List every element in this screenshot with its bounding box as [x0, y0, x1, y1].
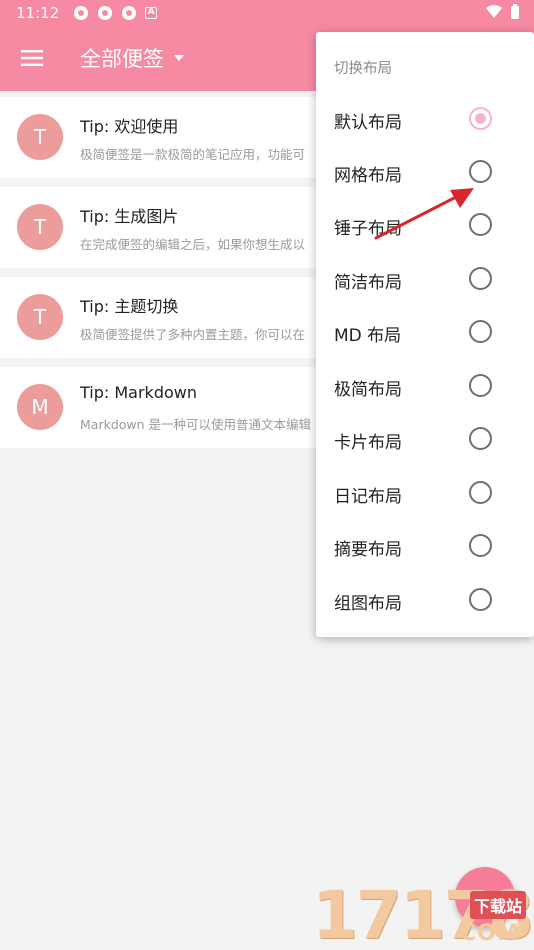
layout-option-label: 卡片布局 — [334, 433, 402, 453]
annotation-arrow-icon — [374, 188, 474, 240]
layout-option-card[interactable]: 卡片布局 — [316, 415, 534, 468]
status-bar: 11:12 A — [0, 0, 534, 26]
watermark-domain: COM — [460, 921, 520, 946]
avatar: T — [17, 114, 63, 160]
note-title: Tip: 主题切换 — [80, 297, 179, 316]
layout-option-gallery[interactable]: 组图布局 — [316, 576, 534, 629]
a-icon: A — [145, 7, 158, 19]
layout-option-simple[interactable]: 简洁布局 — [316, 255, 534, 308]
radio-button[interactable] — [469, 427, 492, 450]
radio-button[interactable] — [469, 107, 492, 130]
battery-icon — [511, 4, 519, 19]
status-right — [486, 4, 520, 20]
layout-option-default[interactable]: 默认布局 — [316, 95, 534, 148]
page-title[interactable]: 全部便签 — [80, 43, 164, 73]
layout-option-label: 组图布局 — [334, 594, 402, 614]
layout-option-label: 摘要布局 — [334, 540, 402, 560]
menu-button[interactable] — [0, 30, 64, 86]
layout-option-label: 默认布局 — [334, 113, 402, 133]
app-notification-icon — [74, 6, 89, 20]
radio-button[interactable] — [469, 267, 492, 290]
layout-option-label: 日记布局 — [334, 487, 402, 507]
avatar: T — [17, 294, 63, 340]
radio-button[interactable] — [469, 534, 492, 557]
avatar: M — [17, 384, 63, 430]
status-time: 11:12 — [16, 4, 60, 22]
layout-option-summary[interactable]: 摘要布局 — [316, 522, 534, 575]
note-title: Tip: Markdown — [80, 383, 197, 402]
note-title: Tip: 欢迎使用 — [80, 117, 179, 136]
app-notification-icon — [122, 6, 137, 20]
wifi-icon — [486, 5, 502, 18]
note-preview: 极简便签提供了多种内置主题，你可以在 — [80, 327, 306, 342]
note-preview: 极简便签是一款极简的笔记应用，功能可 — [80, 147, 306, 162]
layout-option-label: 极简布局 — [334, 380, 402, 400]
radio-button[interactable] — [469, 481, 492, 504]
layout-option-md[interactable]: MD 布局 — [316, 308, 534, 361]
menu-icon — [21, 50, 43, 66]
layout-option-diary[interactable]: 日记布局 — [316, 469, 534, 522]
radio-button[interactable] — [469, 320, 492, 343]
layout-option-minimal[interactable]: 极简布局 — [316, 362, 534, 415]
layout-option-label: 简洁布局 — [334, 273, 402, 293]
avatar: T — [17, 204, 63, 250]
layout-option-label: MD 布局 — [334, 326, 402, 346]
radio-button[interactable] — [469, 374, 492, 397]
layout-menu: 切换布局 默认布局 网格布局 锤子布局 简洁布局 MD 布局 极简布局 卡片布局… — [316, 32, 534, 637]
chevron-down-icon[interactable] — [174, 55, 184, 61]
app-notification-icon — [98, 6, 113, 20]
note-preview: Markdown 是一种可以使用普通文本编辑 — [80, 417, 312, 432]
watermark-label: 下载站 — [470, 891, 527, 919]
note-title: Tip: 生成图片 — [80, 207, 179, 226]
layout-menu-header: 切换布局 — [334, 61, 392, 77]
note-preview: 在完成便签的编辑之后，如果你想生成以 — [80, 237, 306, 252]
radio-button[interactable] — [469, 588, 492, 611]
